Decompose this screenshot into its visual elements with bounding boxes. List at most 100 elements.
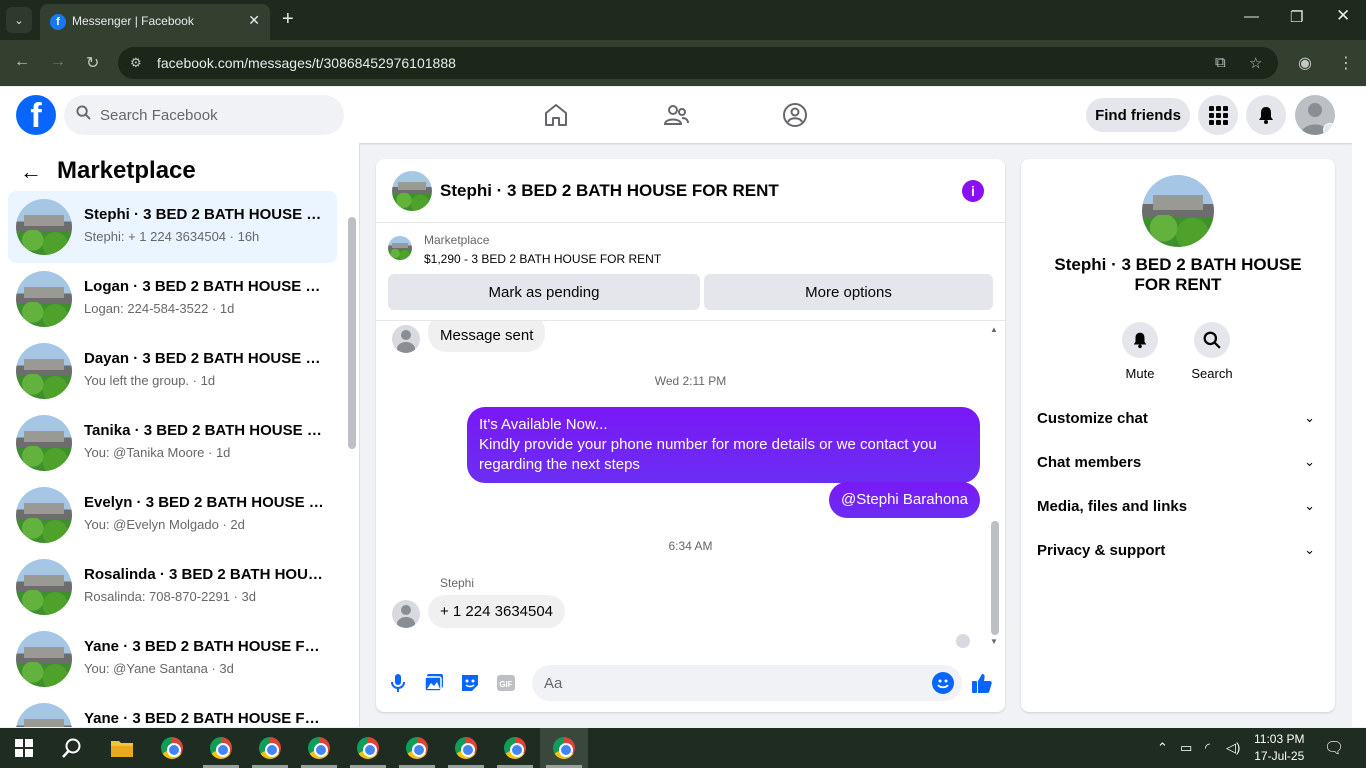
- chrome-profile-icon[interactable]: [550, 734, 578, 762]
- browser-tab[interactable]: f Messenger | Facebook ✕: [40, 4, 270, 40]
- chat-members-row[interactable]: Chat members ⌄: [1037, 446, 1319, 482]
- bookmark-star-icon[interactable]: ☆: [1249, 54, 1262, 72]
- chrome-profile-icon[interactable]: [452, 734, 480, 762]
- message-bubble-outgoing: @Stephi Barahona: [829, 482, 980, 518]
- account-avatar[interactable]: ⌄: [1295, 95, 1335, 135]
- conversation-item[interactable]: Rosalinda · 3 BED 2 BATH HOUS... Rosalin…: [8, 551, 337, 623]
- url-text: facebook.com/messages/t/3086845297610188…: [157, 55, 456, 71]
- conversation-item[interactable]: Yane · 3 BED 2 BATH HOUSE FO...: [8, 695, 337, 727]
- restore-icon[interactable]: ❐: [1290, 8, 1303, 26]
- media-files-links-row[interactable]: Media, files and links ⌄: [1037, 490, 1319, 526]
- reload-icon[interactable]: ↻: [86, 53, 99, 73]
- address-bar[interactable]: ⚙ facebook.com/messages/t/30868452976101…: [118, 47, 1278, 79]
- conversation-item[interactable]: Yane · 3 BED 2 BATH HOUSE FO... You: @Ya…: [8, 623, 337, 695]
- chrome-profile-icon[interactable]: [354, 734, 382, 762]
- chat-title[interactable]: Stephi · 3 BED 2 BATH HOUSE FOR RENT: [440, 181, 779, 201]
- listing-thumbnail: [16, 559, 72, 615]
- timestamp: 6:34 AM: [668, 539, 713, 553]
- tab-close-icon[interactable]: ✕: [248, 12, 260, 29]
- tab-search-dropdown[interactable]: ⌄: [6, 7, 32, 33]
- chat-window: Stephi · 3 BED 2 BATH HOUSE FOR RENT i M…: [376, 159, 1005, 712]
- photo-icon[interactable]: [422, 671, 446, 695]
- conversation-name: Logan · 3 BED 2 BATH HOUSE F...: [84, 278, 324, 295]
- gif-icon[interactable]: GIF: [494, 671, 518, 695]
- chat-listing-avatar[interactable]: [392, 171, 432, 211]
- clock-date: 17-Jul-25: [1254, 749, 1305, 763]
- profile-icon[interactable]: ◉: [1298, 53, 1312, 73]
- conversation-item[interactable]: Logan · 3 BED 2 BATH HOUSE F... Logan: 2…: [8, 263, 337, 335]
- install-app-icon[interactable]: ⧉: [1215, 54, 1226, 71]
- new-tab-icon[interactable]: +: [282, 8, 294, 30]
- site-info-icon[interactable]: ⚙: [130, 55, 142, 71]
- search-icon[interactable]: [58, 734, 86, 762]
- chrome-profile-icon[interactable]: [403, 734, 431, 762]
- chat-scrollbar[interactable]: ▲ ▼: [990, 325, 1000, 649]
- thumbs-up-icon[interactable]: [970, 671, 994, 695]
- scroll-up-icon[interactable]: ▲: [990, 325, 998, 334]
- notifications-icon[interactable]: 🗨: [1324, 738, 1344, 758]
- home-icon[interactable]: [542, 101, 570, 129]
- conversation-item[interactable]: Evelyn · 3 BED 2 BATH HOUSE F... You: @E…: [8, 479, 337, 551]
- volume-icon[interactable]: ◁): [1226, 740, 1240, 756]
- sticker-icon[interactable]: [458, 671, 482, 695]
- microphone-icon[interactable]: [386, 671, 410, 695]
- facebook-favicon-icon: f: [50, 14, 66, 30]
- facebook-logo-icon[interactable]: f: [16, 95, 56, 135]
- row-label: Media, files and links: [1037, 498, 1188, 515]
- wifi-icon[interactable]: ◜: [1205, 740, 1210, 756]
- emoji-icon[interactable]: [932, 672, 954, 694]
- mark-as-pending-button[interactable]: Mark as pending: [388, 274, 700, 310]
- tray-chevron-up-icon[interactable]: ⌃: [1157, 740, 1168, 756]
- listing-title[interactable]: $1,290 - 3 BED 2 BATH HOUSE FOR RENT: [424, 252, 661, 266]
- page-scrollbar[interactable]: [1352, 87, 1366, 727]
- back-arrow-icon[interactable]: ←: [20, 159, 42, 185]
- timestamp: Wed 2:11 PM: [654, 374, 727, 388]
- listing-thumbnail: [16, 415, 72, 471]
- listing-thumbnail: [16, 343, 72, 399]
- conversation-name: Tanika · 3 BED 2 BATH HOUSE F...: [84, 422, 324, 439]
- groups-icon[interactable]: [781, 101, 809, 129]
- search-input[interactable]: [100, 95, 330, 135]
- chat-listing-photo[interactable]: [1142, 175, 1214, 247]
- chrome-profile-icon[interactable]: [305, 734, 333, 762]
- browser-toolbar: ← → ↻ ⚙ facebook.com/messages/t/30868452…: [0, 40, 1366, 86]
- chrome-profile-icon[interactable]: [501, 734, 529, 762]
- minimize-icon[interactable]: —: [1244, 8, 1259, 25]
- listing-thumbnail: [16, 199, 72, 255]
- scrollbar-thumb[interactable]: [991, 521, 999, 635]
- conversation-item[interactable]: Dayan · 3 BED 2 BATH HOUSE F... You left…: [8, 335, 337, 407]
- privacy-support-row[interactable]: Privacy & support ⌄: [1037, 534, 1319, 570]
- chrome-menu-icon[interactable]: ⋮: [1338, 53, 1354, 73]
- search-in-chat-button[interactable]: Search: [1182, 322, 1242, 381]
- customize-chat-row[interactable]: Customize chat ⌄: [1037, 402, 1319, 438]
- file-explorer-icon[interactable]: [108, 734, 136, 762]
- chrome-icon[interactable]: [158, 734, 186, 762]
- conversation-list-scrollbar[interactable]: [347, 207, 357, 727]
- more-options-button[interactable]: More options: [704, 274, 993, 310]
- message-line: It's Available Now...: [479, 416, 608, 433]
- mute-button[interactable]: Mute: [1110, 322, 1170, 381]
- windows-start-icon[interactable]: [10, 734, 38, 762]
- conversation-preview: You left the group. · 1d: [84, 373, 216, 388]
- battery-icon[interactable]: ▭: [1180, 740, 1192, 756]
- back-icon[interactable]: ←: [14, 53, 30, 71]
- chrome-profile-icon[interactable]: [256, 734, 284, 762]
- friends-icon[interactable]: [662, 101, 690, 129]
- notifications-bell-icon[interactable]: [1246, 95, 1286, 135]
- close-window-icon[interactable]: ✕: [1336, 6, 1350, 26]
- system-clock[interactable]: 11:03 PM 17-Jul-25: [1254, 731, 1304, 765]
- search-box[interactable]: [64, 95, 344, 135]
- menu-grid-icon[interactable]: [1198, 95, 1238, 135]
- scrollbar-thumb[interactable]: [348, 217, 356, 449]
- conversation-item[interactable]: Stephi · 3 BED 2 BATH HOUSE F... Stephi:…: [8, 191, 337, 263]
- chrome-profile-icon[interactable]: [207, 734, 235, 762]
- conversation-item[interactable]: Tanika · 3 BED 2 BATH HOUSE F... You: @T…: [8, 407, 337, 479]
- message-input[interactable]: [544, 665, 914, 701]
- info-icon[interactable]: i: [962, 180, 984, 202]
- account-chevron-icon[interactable]: ⌄: [1323, 123, 1335, 135]
- marketplace-label: Marketplace: [424, 233, 490, 247]
- message-input-box[interactable]: [532, 665, 962, 701]
- scroll-down-icon[interactable]: ▼: [990, 637, 998, 646]
- find-friends-button[interactable]: Find friends: [1086, 98, 1190, 132]
- forward-icon[interactable]: →: [50, 53, 66, 71]
